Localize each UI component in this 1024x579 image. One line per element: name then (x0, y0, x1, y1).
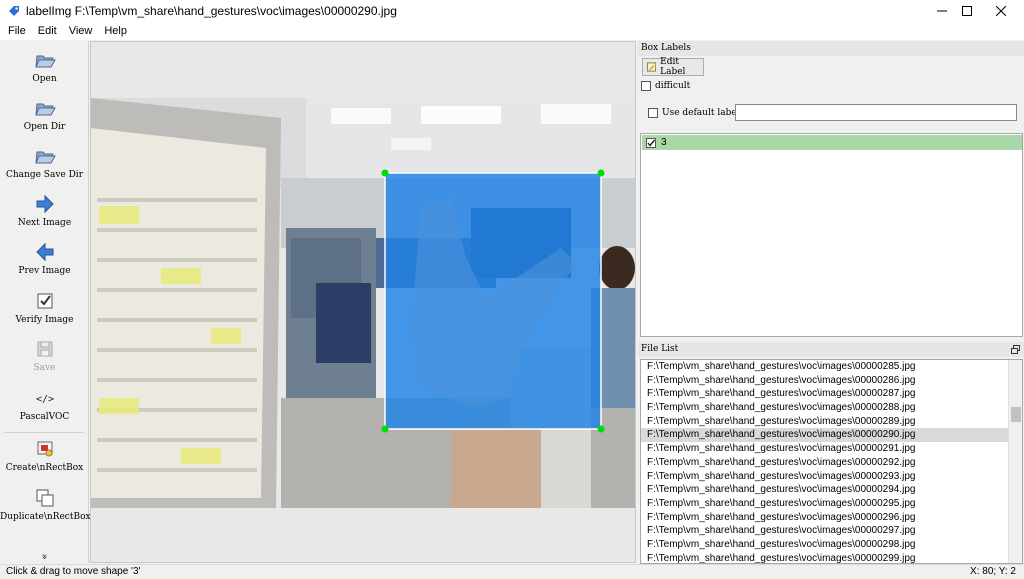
code-tag-icon: </> (35, 394, 53, 405)
vertex-handle[interactable] (381, 169, 389, 177)
status-message: Click & drag to move shape '3' (6, 566, 141, 577)
checkmark-icon (647, 139, 656, 147)
verify-image-button[interactable]: Verify Image (0, 290, 89, 325)
next-image-button[interactable]: Next Image (0, 193, 89, 228)
difficult-checkbox[interactable] (641, 81, 651, 91)
toolbar-separator (4, 432, 84, 433)
arrow-left-icon (35, 242, 53, 262)
open-dir-button[interactable]: Open Dir (0, 97, 89, 132)
image-canvas[interactable] (90, 41, 636, 563)
window-title: labelImg F:\Temp\vm_share\hand_gestures\… (26, 4, 397, 18)
file-list-title: File List (641, 344, 679, 354)
edit-pencil-icon (647, 62, 657, 72)
open-label: Open (32, 74, 57, 84)
label-list-item[interactable]: 3 (642, 135, 1022, 150)
menu-edit[interactable]: Edit (32, 25, 63, 37)
chevron-down-icon: » (39, 553, 50, 560)
menu-help[interactable]: Help (98, 25, 133, 37)
file-list[interactable]: F:\Temp\vm_share\hand_gestures\voc\image… (640, 359, 1023, 564)
svg-text:</>: </> (35, 394, 53, 405)
office-photo (91, 98, 635, 508)
checkbox-checked-icon (37, 293, 52, 309)
file-list-item[interactable]: F:\Temp\vm_share\hand_gestures\voc\image… (641, 442, 1022, 456)
edit-label-text: Edit Label (660, 57, 686, 77)
prev-image-label: Prev Image (18, 266, 71, 276)
duplicate-rectbox-button[interactable]: Duplicate\nRectBox (0, 487, 91, 522)
status-bar: Click & drag to move shape '3' X: 80; Y:… (0, 564, 1024, 579)
box-labels-title: Box Labels (638, 41, 1024, 56)
file-list-item[interactable]: F:\Temp\vm_share\hand_gestures\voc\image… (641, 470, 1022, 484)
menu-file[interactable]: File (0, 25, 32, 37)
file-list-title-bar: File List (638, 342, 1024, 357)
create-rectbox-button[interactable]: Create\nRectBox (0, 438, 89, 473)
save-button[interactable]: Save (0, 338, 89, 373)
edit-label-button[interactable]: Edit Label (642, 57, 704, 77)
file-list-item[interactable]: F:\Temp\vm_share\hand_gestures\voc\image… (641, 415, 1022, 429)
folder-open-icon (34, 103, 56, 116)
toolbar-more-button[interactable]: » (0, 551, 89, 562)
file-list-item[interactable]: F:\Temp\vm_share\hand_gestures\voc\image… (641, 538, 1022, 552)
open-button[interactable]: Open (0, 49, 89, 84)
file-list-item[interactable]: F:\Temp\vm_share\hand_gestures\voc\image… (641, 552, 1022, 563)
undock-icon[interactable] (1011, 345, 1020, 354)
toolbar: Open Open Dir Change Save Dir Next Image… (0, 41, 91, 563)
format-label: PascalVOC (19, 412, 70, 422)
file-list-item[interactable]: F:\Temp\vm_share\hand_gestures\voc\image… (641, 511, 1022, 525)
maximize-icon (962, 6, 972, 16)
label-visible-checkbox[interactable] (646, 137, 656, 148)
verify-image-label: Verify Image (15, 315, 74, 325)
vertex-handle[interactable] (597, 169, 605, 177)
file-list-item[interactable]: F:\Temp\vm_share\hand_gestures\voc\image… (641, 428, 1022, 443)
box-labels-dock: Box Labels Edit Label difficult Use defa… (638, 41, 1024, 339)
vertex-handle[interactable] (381, 425, 389, 433)
file-list-dock: File List F:\Temp\vm_share\hand_gestures… (638, 342, 1024, 564)
file-list-item[interactable]: F:\Temp\vm_share\hand_gestures\voc\image… (641, 483, 1022, 497)
change-save-dir-label: Change Save Dir (6, 170, 83, 180)
file-rows: F:\Temp\vm_share\hand_gestures\voc\image… (641, 360, 1022, 563)
file-list-item[interactable]: F:\Temp\vm_share\hand_gestures\voc\image… (641, 401, 1022, 415)
new-shape-icon (37, 441, 52, 457)
cursor-coordinates: X: 80; Y: 2 (970, 566, 1016, 577)
menu-view[interactable]: View (63, 25, 99, 37)
use-default-label-checkbox[interactable] (648, 108, 658, 118)
file-list-item[interactable]: F:\Temp\vm_share\hand_gestures\voc\image… (641, 456, 1022, 470)
save-label: Save (33, 363, 56, 373)
menu-bar: File Edit View Help (0, 22, 1024, 40)
file-list-item[interactable]: F:\Temp\vm_share\hand_gestures\voc\image… (641, 387, 1022, 401)
create-rectbox-label: Create\nRectBox (5, 463, 84, 473)
prev-image-button[interactable]: Prev Image (0, 241, 89, 276)
label-list[interactable]: 3 (640, 133, 1023, 337)
file-list-item[interactable]: F:\Temp\vm_share\hand_gestures\voc\image… (641, 360, 1022, 374)
format-toggle-button[interactable]: </> PascalVOC (0, 387, 89, 422)
next-image-label: Next Image (17, 218, 72, 228)
use-default-label-row[interactable]: Use default label (648, 108, 740, 118)
file-list-item[interactable]: F:\Temp\vm_share\hand_gestures\voc\image… (641, 374, 1022, 388)
file-list-scrollbar[interactable] (1008, 360, 1022, 563)
use-default-label-text: Use default label (662, 108, 740, 118)
duplicate-rectbox-label: Duplicate\nRectBox (0, 512, 91, 522)
close-button[interactable] (978, 0, 1024, 22)
file-list-item[interactable]: F:\Temp\vm_share\hand_gestures\voc\image… (641, 497, 1022, 511)
close-icon (996, 6, 1006, 16)
label-item-text: 3 (661, 137, 667, 148)
difficult-label: difficult (655, 81, 691, 91)
difficult-checkbox-row[interactable]: difficult (641, 81, 690, 91)
annotated-photo (91, 98, 635, 508)
folder-open-icon (34, 151, 56, 164)
change-save-dir-button[interactable]: Change Save Dir (0, 145, 89, 180)
file-list-item[interactable]: F:\Temp\vm_share\hand_gestures\voc\image… (641, 524, 1022, 538)
title-bar[interactable]: labelImg F:\Temp\vm_share\hand_gestures\… (0, 0, 1024, 22)
default-label-input[interactable] (735, 104, 1017, 121)
folder-open-icon (34, 55, 56, 68)
open-dir-label: Open Dir (23, 122, 66, 132)
vertex-handle[interactable] (597, 425, 605, 433)
scrollbar-thumb[interactable] (1011, 407, 1021, 422)
floppy-disk-icon (37, 341, 52, 357)
arrow-right-icon (36, 194, 54, 214)
labelimg-tag-icon (9, 6, 19, 16)
copy-icon (36, 489, 53, 507)
